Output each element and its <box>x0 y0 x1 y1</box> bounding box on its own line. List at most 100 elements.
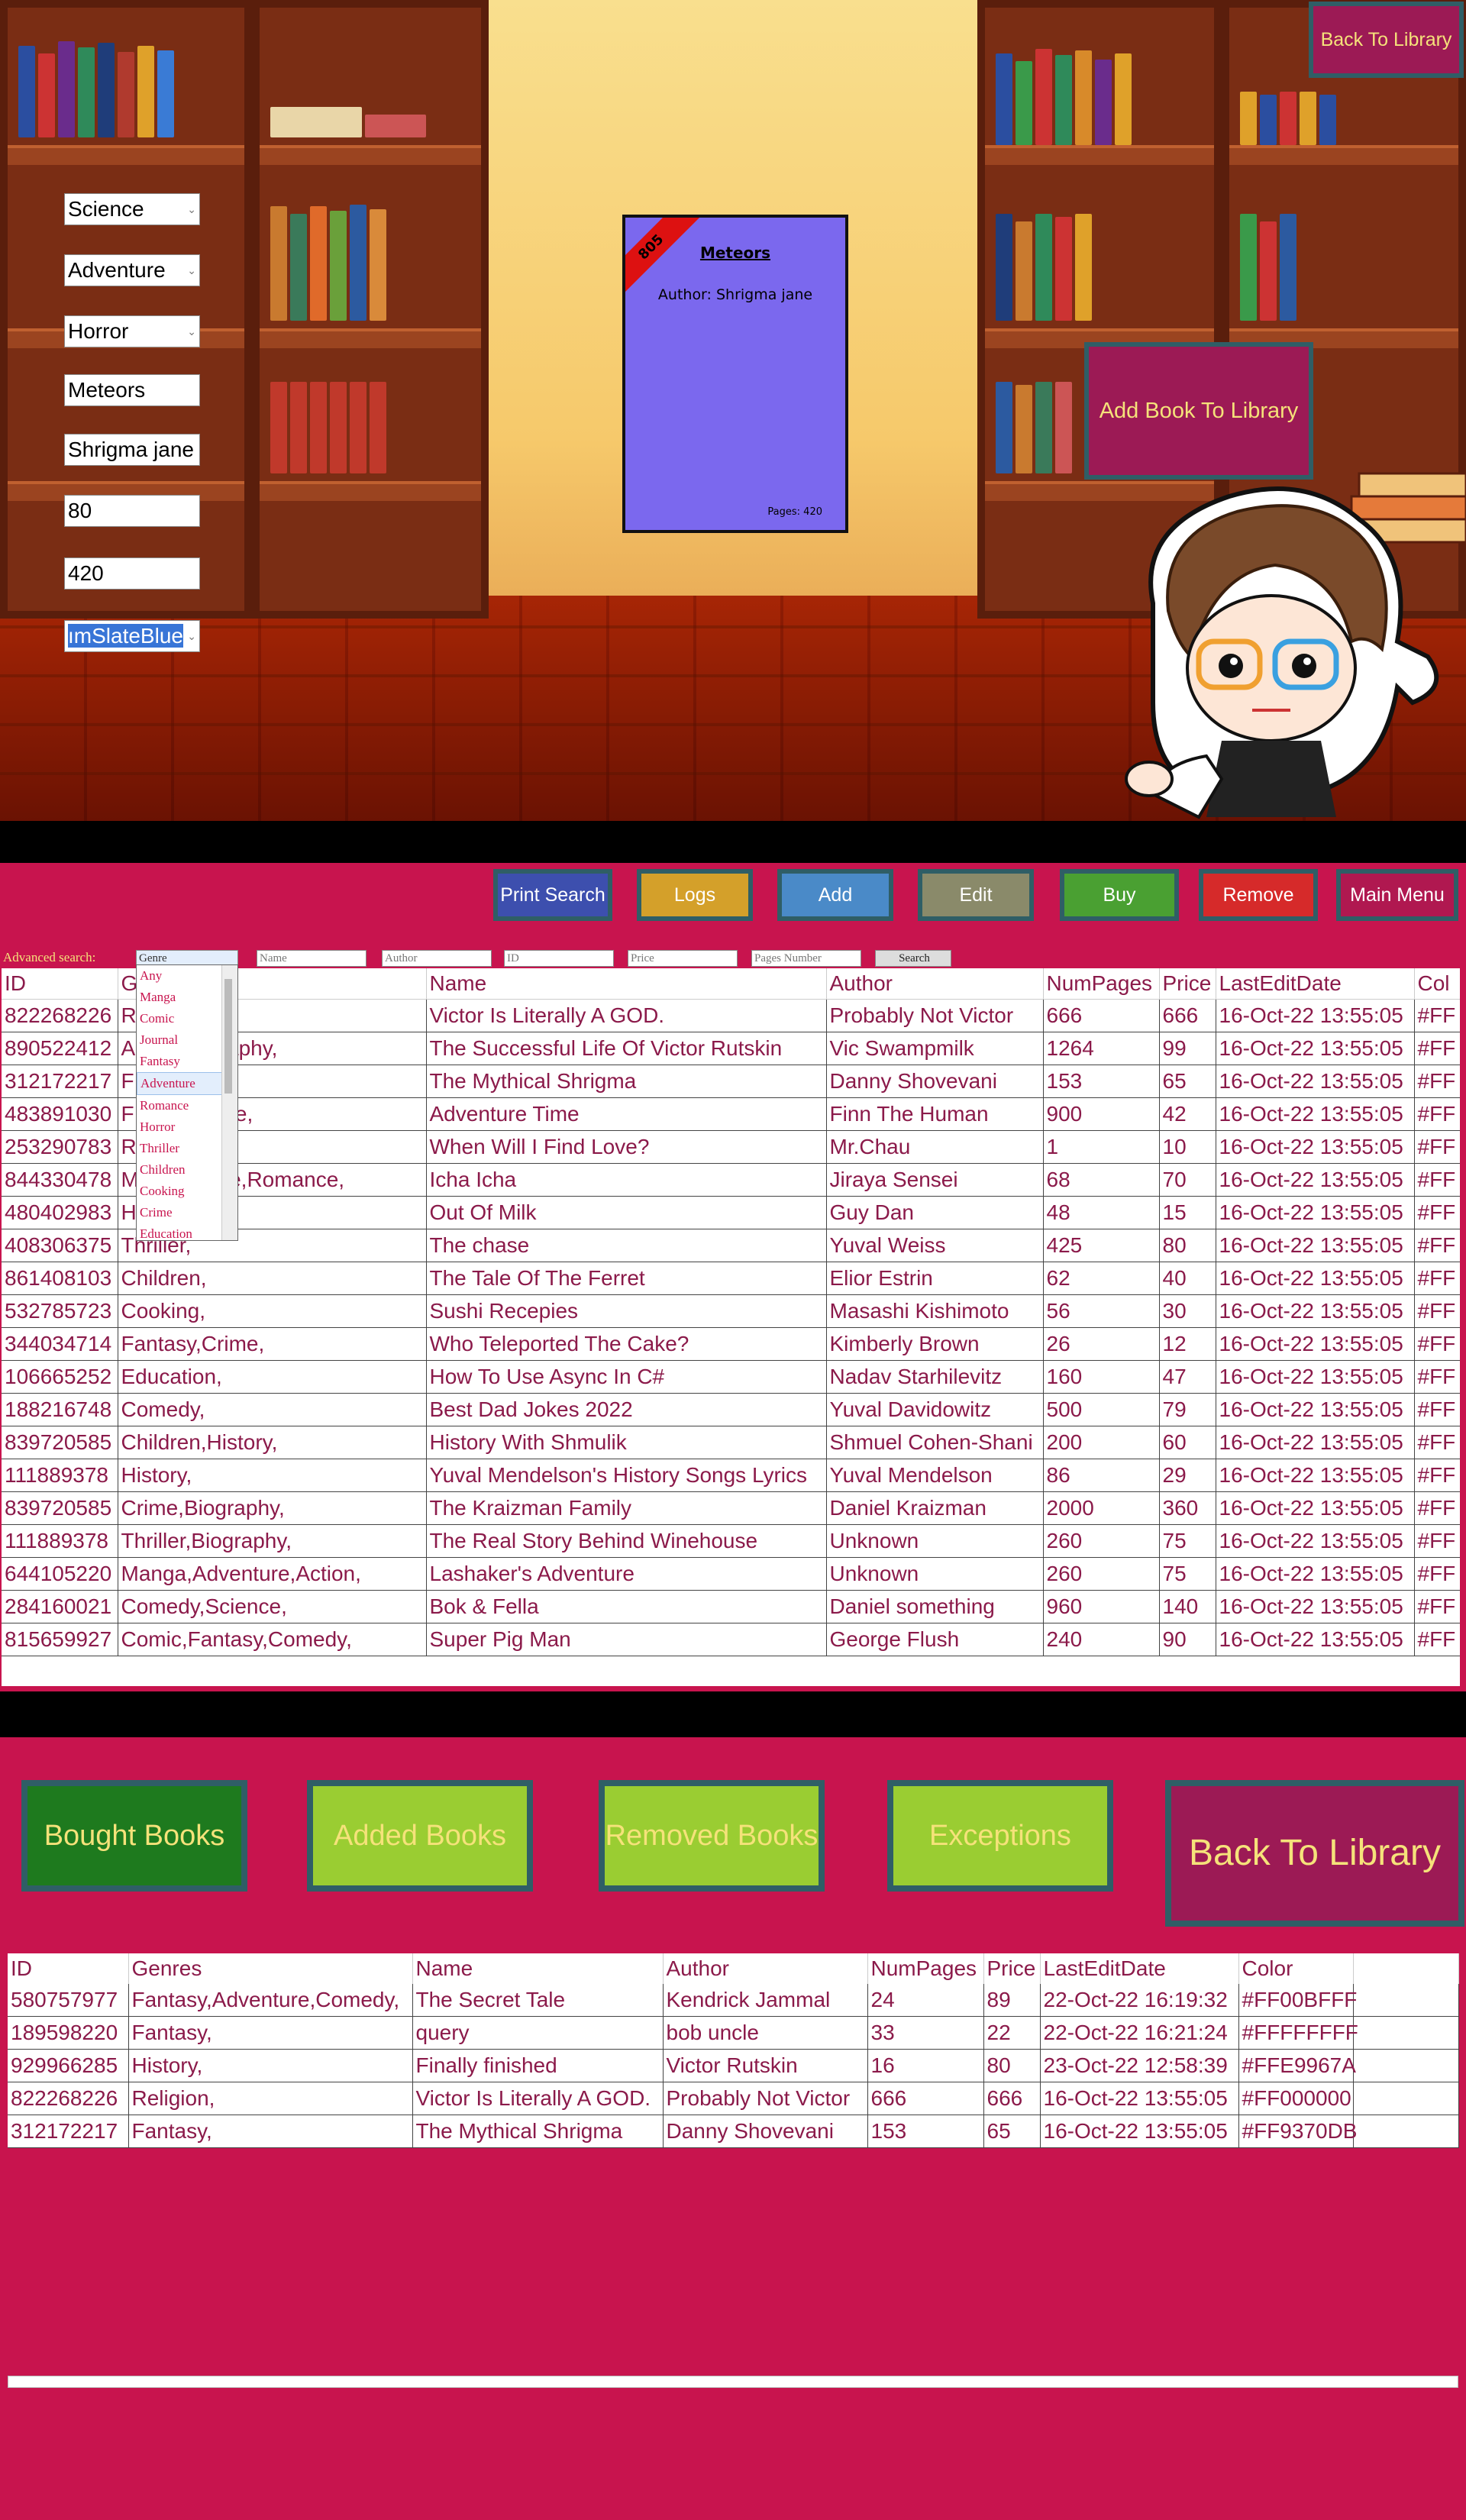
table-cell: #FF <box>1414 1130 1460 1164</box>
table-cell: 500 <box>1043 1393 1160 1426</box>
table-row[interactable]: 284160021 Comedy,Science, Bok & Fella Danie… <box>2 1590 1460 1623</box>
table-cell: Comedy,Science, <box>118 1590 427 1623</box>
table-cell: Icha Icha <box>426 1163 827 1197</box>
table-cell: 16-Oct-22 13:55:05 <box>1216 1459 1415 1492</box>
table-row[interactable]: 929966285 History, Finally finished Victor … <box>8 2049 1459 2082</box>
table-cell: Mr.Chau <box>826 1130 1044 1164</box>
genre-select-3[interactable]: Horror ⌄ <box>64 315 200 347</box>
book-price-input[interactable]: 80 <box>64 495 200 527</box>
table-cell: Super Pig Man <box>426 1623 827 1656</box>
table-row[interactable]: 532785723 Cooking, Sushi Recepies Masashi K… <box>2 1294 1460 1328</box>
logs-button[interactable]: Logs <box>637 869 753 921</box>
pages-filter-input[interactable]: Pages Number <box>751 950 861 967</box>
table-row[interactable]: 861408103 Children, The Tale Of The Ferret… <box>2 1262 1460 1295</box>
bought-books-grid[interactable]: ID Genres Name Author NumPages Price LastEditD… <box>8 1953 1459 2389</box>
table-cell: 42 <box>1159 1097 1216 1131</box>
column-header[interactable]: ID <box>8 1953 129 1984</box>
table-cell: query <box>412 2016 664 2050</box>
add-button[interactable]: Add <box>777 869 893 921</box>
remove-button[interactable]: Remove <box>1199 869 1318 921</box>
table-cell: Victor Rutskin <box>663 2049 868 2082</box>
column-header[interactable]: Col <box>1414 968 1460 1000</box>
genre-select-2[interactable]: Adventure ⌄ <box>64 254 200 286</box>
column-header[interactable]: Color <box>1238 1953 1354 1984</box>
book-name-input[interactable]: Meteors <box>64 374 200 406</box>
table-cell: #FF <box>1414 1491 1460 1525</box>
price-filter-input[interactable]: Price <box>628 950 738 967</box>
column-header[interactable]: Name <box>426 968 827 1000</box>
table-cell: 16-Oct-22 13:55:05 <box>1216 1032 1415 1065</box>
removed-books-button[interactable]: Removed Books <box>599 1780 825 1892</box>
table-cell: Jiraya Sensei <box>826 1163 1044 1197</box>
add-book-screen: Science ⌄ Adventure ⌄ Horror ⌄ Meteors Shri… <box>0 0 1466 821</box>
table-row[interactable]: 111889378 Thriller,Biography, The Real Sto… <box>2 1524 1460 1558</box>
table-cell: 16-Oct-22 13:55:05 <box>1216 1426 1415 1459</box>
edit-button[interactable]: Edit <box>918 869 1034 921</box>
book-pages-input[interactable]: 420 <box>64 557 200 590</box>
column-header[interactable]: Author <box>663 1953 868 1984</box>
table-row[interactable]: 839720585 Children,History, History With S… <box>2 1426 1460 1459</box>
table-cell: Finally finished <box>412 2049 664 2082</box>
column-header[interactable]: LastEditDate <box>1216 968 1415 1000</box>
table-row[interactable]: 189598220 Fantasy, query bob uncle 33 22 22-Oc… <box>8 2016 1459 2050</box>
genre-dropdown-list[interactable]: Any Manga Comic Journal Fantasy Adventure Roma… <box>136 964 238 1241</box>
column-header[interactable]: NumPages <box>867 1953 984 1984</box>
column-header[interactable]: Genres <box>128 1953 413 1984</box>
book-color-select[interactable]: ımSlateBlue ⌄ <box>64 620 200 652</box>
column-header[interactable]: Author <box>826 968 1044 1000</box>
id-filter-input[interactable]: ID <box>504 950 614 967</box>
table-row[interactable]: 644105220 Manga,Adventure,Action, Lashaker… <box>2 1557 1460 1591</box>
back-to-library-button-2[interactable]: Back To Library <box>1165 1780 1464 1927</box>
table-cell: 425 <box>1043 1229 1160 1262</box>
table-cell: 23-Oct-22 12:58:39 <box>1040 2049 1239 2082</box>
table-row[interactable]: 188216748 Comedy, Best Dad Jokes 2022 Yuval… <box>2 1393 1460 1426</box>
added-books-button[interactable]: Added Books <box>307 1780 533 1892</box>
main-menu-button[interactable]: Main Menu <box>1336 869 1458 921</box>
genre-select-1[interactable]: Science ⌄ <box>64 193 200 225</box>
logs-screen: Bought Books Added Books Removed Books E… <box>0 1737 1466 2520</box>
table-row[interactable]: 312172217 Fantasy, The Mythical Shrigma Dan… <box>8 2115 1459 2148</box>
bought-books-button[interactable]: Bought Books <box>21 1780 247 1892</box>
table-row[interactable]: 344034714 Fantasy,Crime, Who Teleported Th… <box>2 1327 1460 1361</box>
exceptions-button[interactable]: Exceptions <box>887 1780 1113 1892</box>
table-cell: Sushi Recepies <box>426 1294 827 1328</box>
buy-button[interactable]: Buy <box>1060 869 1179 921</box>
print-search-button[interactable]: Print Search <box>493 869 612 921</box>
column-header-empty <box>1353 1953 1459 1984</box>
dropdown-scrollbar[interactable] <box>221 965 237 1240</box>
table-cell: 16-Oct-22 13:55:05 <box>1216 1524 1415 1558</box>
table-cell: 16-Oct-22 13:55:05 <box>1216 1360 1415 1394</box>
column-header[interactable]: Price <box>983 1953 1041 1984</box>
table-cell: Fantasy,Adventure,Comedy, <box>128 1984 413 2017</box>
table-row[interactable]: 111889378 History, Yuval Mendelson's Histo… <box>2 1459 1460 1492</box>
book-author-input[interactable]: Shrigma jane <box>64 434 200 466</box>
table-cell: History With Shmulik <box>426 1426 827 1459</box>
table-row[interactable]: 839720585 Crime,Biography, The Kraizman Fa… <box>2 1491 1460 1525</box>
name-filter-input[interactable]: Name <box>257 950 366 967</box>
back-to-library-button[interactable]: Back To Library <box>1309 2 1464 78</box>
table-row[interactable]: 106665252 Education, How To Use Async In C… <box>2 1360 1460 1394</box>
table-cell: Fantasy, <box>128 2016 413 2050</box>
search-button[interactable]: Search <box>875 950 951 967</box>
column-header[interactable]: Name <box>412 1953 664 1984</box>
book-author: Author: Shrigma jane <box>657 286 813 303</box>
table-row[interactable]: 580757977 Fantasy,Adventure,Comedy, The Se… <box>8 1984 1459 2017</box>
horizontal-scrollbar[interactable] <box>8 2376 1458 2388</box>
table-cell: Comic,Fantasy,Comedy, <box>118 1623 427 1656</box>
author-filter-input[interactable]: Author <box>382 950 492 967</box>
column-header[interactable]: ID <box>2 968 118 1000</box>
table-cell: #FF <box>1414 1196 1460 1229</box>
table-cell: 188216748 <box>2 1393 118 1426</box>
column-header[interactable]: NumPages <box>1043 968 1160 1000</box>
table-cell: Comedy, <box>118 1393 427 1426</box>
chevron-down-icon: ⌄ <box>187 630 196 642</box>
table-row[interactable]: 815659927 Comic,Fantasy,Comedy, Super Pig … <box>2 1623 1460 1656</box>
table-cell: 16-Oct-22 13:55:05 <box>1216 1590 1415 1623</box>
table-cell: Probably Not Victor <box>826 999 1044 1032</box>
table-row[interactable]: 822268226 Religion, Victor Is Literally A … <box>8 2082 1459 2115</box>
column-header[interactable]: LastEditDate <box>1040 1953 1239 1984</box>
table-cell: 90 <box>1159 1623 1216 1656</box>
table-cell: 16 <box>867 2049 984 2082</box>
table-cell: 65 <box>1159 1065 1216 1098</box>
column-header[interactable]: Price <box>1159 968 1216 1000</box>
